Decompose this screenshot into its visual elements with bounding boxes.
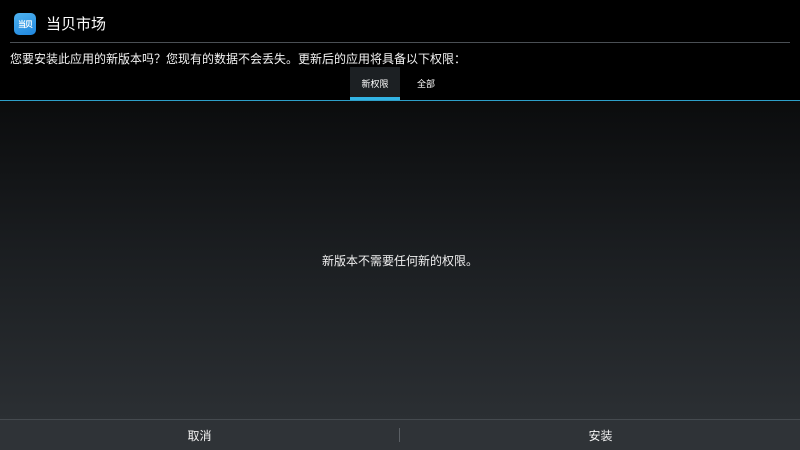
permissions-content: 新版本不需要任何新的权限。 <box>0 101 800 419</box>
tab-label: 新权限 <box>361 79 389 90</box>
title-divider <box>10 42 790 43</box>
button-bar: 取消 安装 <box>0 419 800 450</box>
cancel-button[interactable]: 取消 <box>0 420 399 450</box>
install-button-label: 安装 <box>588 428 613 443</box>
tab-all-permissions[interactable]: 全部 <box>401 67 451 100</box>
install-prompt: 您要安装此应用的新版本吗？您现有的数据不会丢失。更新后的应用将具备以下权限： <box>10 52 467 66</box>
cancel-button-label: 取消 <box>187 428 212 443</box>
install-button[interactable]: 安装 <box>401 420 800 450</box>
tab-new-permissions[interactable]: 新权限 <box>350 67 400 100</box>
permission-tabs: 新权限 全部 <box>0 67 800 100</box>
app-icon: 当贝 <box>14 13 36 35</box>
app-title: 当贝市场 <box>46 15 107 33</box>
no-new-permissions-message: 新版本不需要任何新的权限。 <box>321 254 478 268</box>
button-divider <box>399 428 400 442</box>
package-installer-screen: 当贝 当贝市场 您要安装此应用的新版本吗？您现有的数据不会丢失。更新后的应用将具… <box>0 0 800 450</box>
tab-label: 全部 <box>416 80 435 90</box>
app-icon-logo-text: 当贝 <box>18 19 33 29</box>
